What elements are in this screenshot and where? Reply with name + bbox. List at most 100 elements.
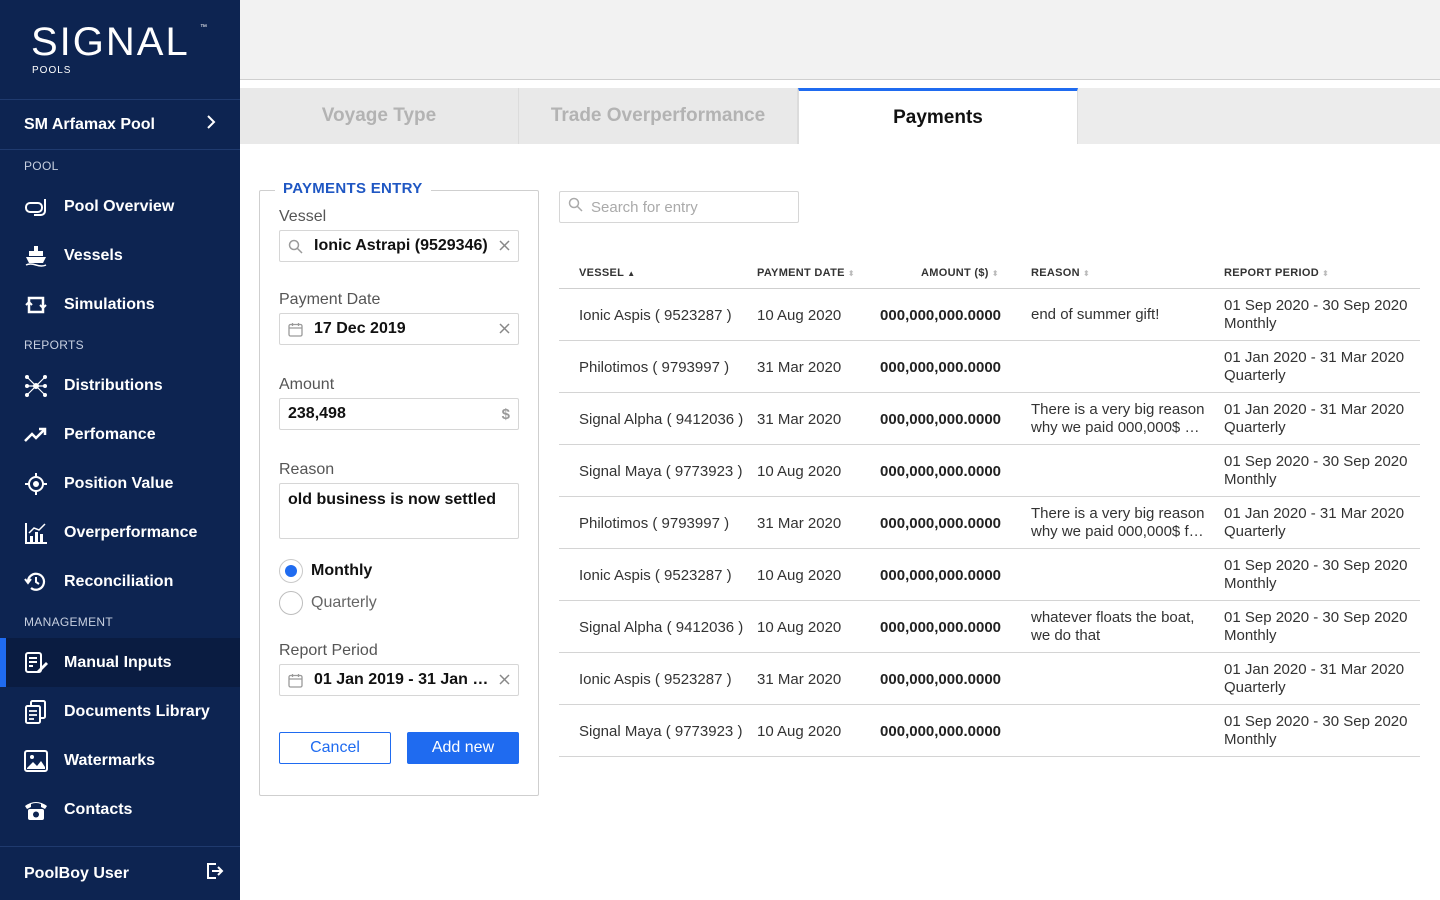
period-range: 01 Sep 2020 - 30 Sep 2020: [1224, 609, 1408, 626]
table-row[interactable]: Ionic Aspis ( 9523287 ) 31 Mar 2020 000,00…: [559, 653, 1420, 705]
column-header-payment-date[interactable]: PAYMENT DATE ⬍: [757, 267, 855, 279]
network-icon: [24, 374, 48, 398]
clear-icon[interactable]: [499, 672, 510, 689]
report-period-text: 01 Jan 2020 - 31 Mar 2020 Quarterly: [1224, 349, 1404, 385]
search-box: [559, 191, 799, 223]
trend-up-icon: [24, 423, 48, 447]
cell-payment-date: 10 Aug 2020: [757, 306, 842, 324]
amount-field[interactable]: 238,498 $: [279, 398, 519, 430]
calendar-icon: [288, 322, 304, 337]
cell-payment-date: 31 Mar 2020: [757, 514, 842, 532]
cell-vessel: Signal Alpha ( 9412036 ): [579, 410, 744, 428]
cancel-button[interactable]: Cancel: [279, 732, 391, 764]
table-row[interactable]: Signal Alpha ( 9412036 ) 31 Mar 2020 000,0…: [559, 393, 1420, 445]
sidebar-item-overperformance[interactable]: Overperformance: [0, 508, 240, 557]
table-row[interactable]: Signal Alpha ( 9412036 ) 10 Aug 2020 000,0…: [559, 601, 1420, 653]
cell-payment-date: 31 Mar 2020: [757, 358, 842, 376]
sidebar-item-position-value[interactable]: Position Value: [0, 459, 240, 508]
radio-quarterly[interactable]: Quarterly: [279, 591, 377, 615]
payment-date-field[interactable]: 17 Dec 2019: [279, 313, 519, 345]
cell-report-period: 01 Jan 2020 - 31 Mar 2020 Quarterly: [1224, 393, 1414, 445]
add-new-button[interactable]: Add new: [407, 732, 519, 764]
cell-report-period: 01 Sep 2020 - 30 Sep 2020 Monthly: [1224, 705, 1414, 757]
cell-report-period: 01 Sep 2020 - 30 Sep 2020 Monthly: [1224, 601, 1414, 653]
table-row[interactable]: Signal Maya ( 9773923 ) 10 Aug 2020 000,00…: [559, 445, 1420, 497]
tab-bar: Voyage Type Trade Overperformance Paymen…: [240, 88, 1440, 144]
sidebar-item-label: Simulations: [64, 295, 155, 313]
tab-payments[interactable]: Payments: [798, 88, 1078, 144]
column-header-amount[interactable]: AMOUNT ($) ⬍: [921, 267, 999, 279]
reason-text: whatever floats the boat, we do that: [1031, 609, 1195, 644]
period-frequency: Monthly: [1224, 471, 1277, 488]
image-icon: [24, 749, 48, 773]
cell-vessel: Philotimos ( 9793997 ): [579, 514, 730, 532]
vessel-label: Vessel: [279, 208, 327, 225]
search-icon: [568, 197, 583, 217]
search-input[interactable]: [591, 198, 781, 216]
table-row[interactable]: Philotimos ( 9793997 ) 31 Mar 2020 000,000…: [559, 341, 1420, 393]
cell-reason: [1031, 705, 1206, 757]
cell-amount: 000,000,000.0000: [880, 618, 1001, 636]
cell-reason: There is a very big reason why we paid 0…: [1031, 497, 1206, 549]
logout-icon[interactable]: [206, 862, 224, 885]
cell-vessel: Ionic Aspis ( 9523287 ): [579, 670, 732, 688]
radio-dot: [279, 559, 303, 583]
report-period-label: Report Period: [279, 642, 378, 659]
column-header-vessel[interactable]: VESSEL ▲: [579, 267, 635, 279]
table-row[interactable]: Ionic Aspis ( 9523287 ) 10 Aug 2020 000,00…: [559, 549, 1420, 601]
period-frequency: Quarterly: [1224, 419, 1286, 436]
sidebar-item-watermarks[interactable]: Watermarks: [0, 736, 240, 785]
table-header: VESSEL ▲ PAYMENT DATE ⬍ AMOUNT ($) ⬍ REASON…: [559, 258, 1420, 289]
sidebar-item-performance[interactable]: Perfomance: [0, 410, 240, 459]
tab-voyage-type[interactable]: Voyage Type: [240, 88, 519, 144]
brand-sub: POOLS: [32, 65, 72, 76]
reason-field[interactable]: old business is now settled: [279, 483, 519, 539]
sidebar-item-documents-library[interactable]: Documents Library: [0, 687, 240, 736]
radio-dot: [279, 591, 303, 615]
cell-reason: end of summer gift!: [1031, 289, 1206, 341]
sort-icon: ⬍: [1082, 269, 1090, 278]
cell-reason: [1031, 549, 1206, 601]
pool-selector[interactable]: SM Arfamax Pool: [0, 100, 240, 150]
cell-report-period: 01 Sep 2020 - 30 Sep 2020 Monthly: [1224, 289, 1414, 341]
sidebar-item-reconciliation[interactable]: Reconciliation: [0, 557, 240, 606]
reason-text: There is a very big reason why we paid 0…: [1031, 505, 1205, 540]
cell-amount: 000,000,000.0000: [880, 358, 1001, 376]
vessel-value: Ionic Astrapi (9529346): [314, 237, 488, 254]
dollar-icon: $: [501, 405, 510, 423]
sidebar-item-contacts[interactable]: Contacts: [0, 785, 240, 834]
tab-trade-overperformance[interactable]: Trade Overperformance: [519, 88, 798, 144]
clear-icon[interactable]: [499, 238, 510, 255]
sidebar-item-vessels[interactable]: Vessels: [0, 231, 240, 280]
table-row[interactable]: Philotimos ( 9793997 ) 31 Mar 2020 000,000…: [559, 497, 1420, 549]
cell-amount: 000,000,000.0000: [880, 514, 1001, 532]
table-row[interactable]: Signal Maya ( 9773923 ) 10 Aug 2020 000,00…: [559, 705, 1420, 757]
edit-document-icon: [24, 651, 48, 675]
report-period-field[interactable]: 01 Jan 2019 - 31 Jan 20...: [279, 664, 519, 696]
column-header-report-period[interactable]: REPORT PERIOD ⬍: [1224, 267, 1329, 279]
sidebar-item-label: Distributions: [64, 376, 163, 394]
vessel-field[interactable]: Ionic Astrapi (9529346): [279, 230, 519, 262]
form-legend: PAYMENTS ENTRY: [275, 180, 431, 197]
report-period-text: 01 Sep 2020 - 30 Sep 2020 Monthly: [1224, 557, 1408, 593]
sidebar-item-label: Manual Inputs: [64, 653, 172, 671]
sidebar-item-simulations[interactable]: Simulations: [0, 280, 240, 329]
cell-amount: 000,000,000.0000: [880, 722, 1001, 740]
clear-icon[interactable]: [499, 321, 510, 338]
cell-report-period: 01 Jan 2020 - 31 Mar 2020 Quarterly: [1224, 341, 1414, 393]
user-bar: PoolBoy User: [0, 846, 240, 900]
sidebar-item-distributions[interactable]: Distributions: [0, 361, 240, 410]
sidebar-item-label: Vessels: [64, 246, 123, 264]
cell-reason: whatever floats the boat, we do that: [1031, 601, 1206, 653]
radio-monthly[interactable]: Monthly: [279, 559, 372, 583]
brand-logo[interactable]: SIGNAL ™ POOLS: [0, 0, 240, 100]
table-row[interactable]: Ionic Aspis ( 9523287 ) 10 Aug 2020 000,00…: [559, 289, 1420, 341]
cell-amount: 000,000,000.0000: [880, 410, 1001, 428]
column-header-reason[interactable]: REASON ⬍: [1031, 267, 1090, 279]
sidebar-item-manual-inputs[interactable]: Manual Inputs: [0, 638, 240, 687]
period-frequency: Monthly: [1224, 731, 1277, 748]
top-bar: [240, 0, 1440, 80]
amount-label: Amount: [279, 376, 335, 393]
chevron-right-icon: [206, 114, 216, 135]
sidebar-item-pool-overview[interactable]: Pool Overview: [0, 182, 240, 231]
